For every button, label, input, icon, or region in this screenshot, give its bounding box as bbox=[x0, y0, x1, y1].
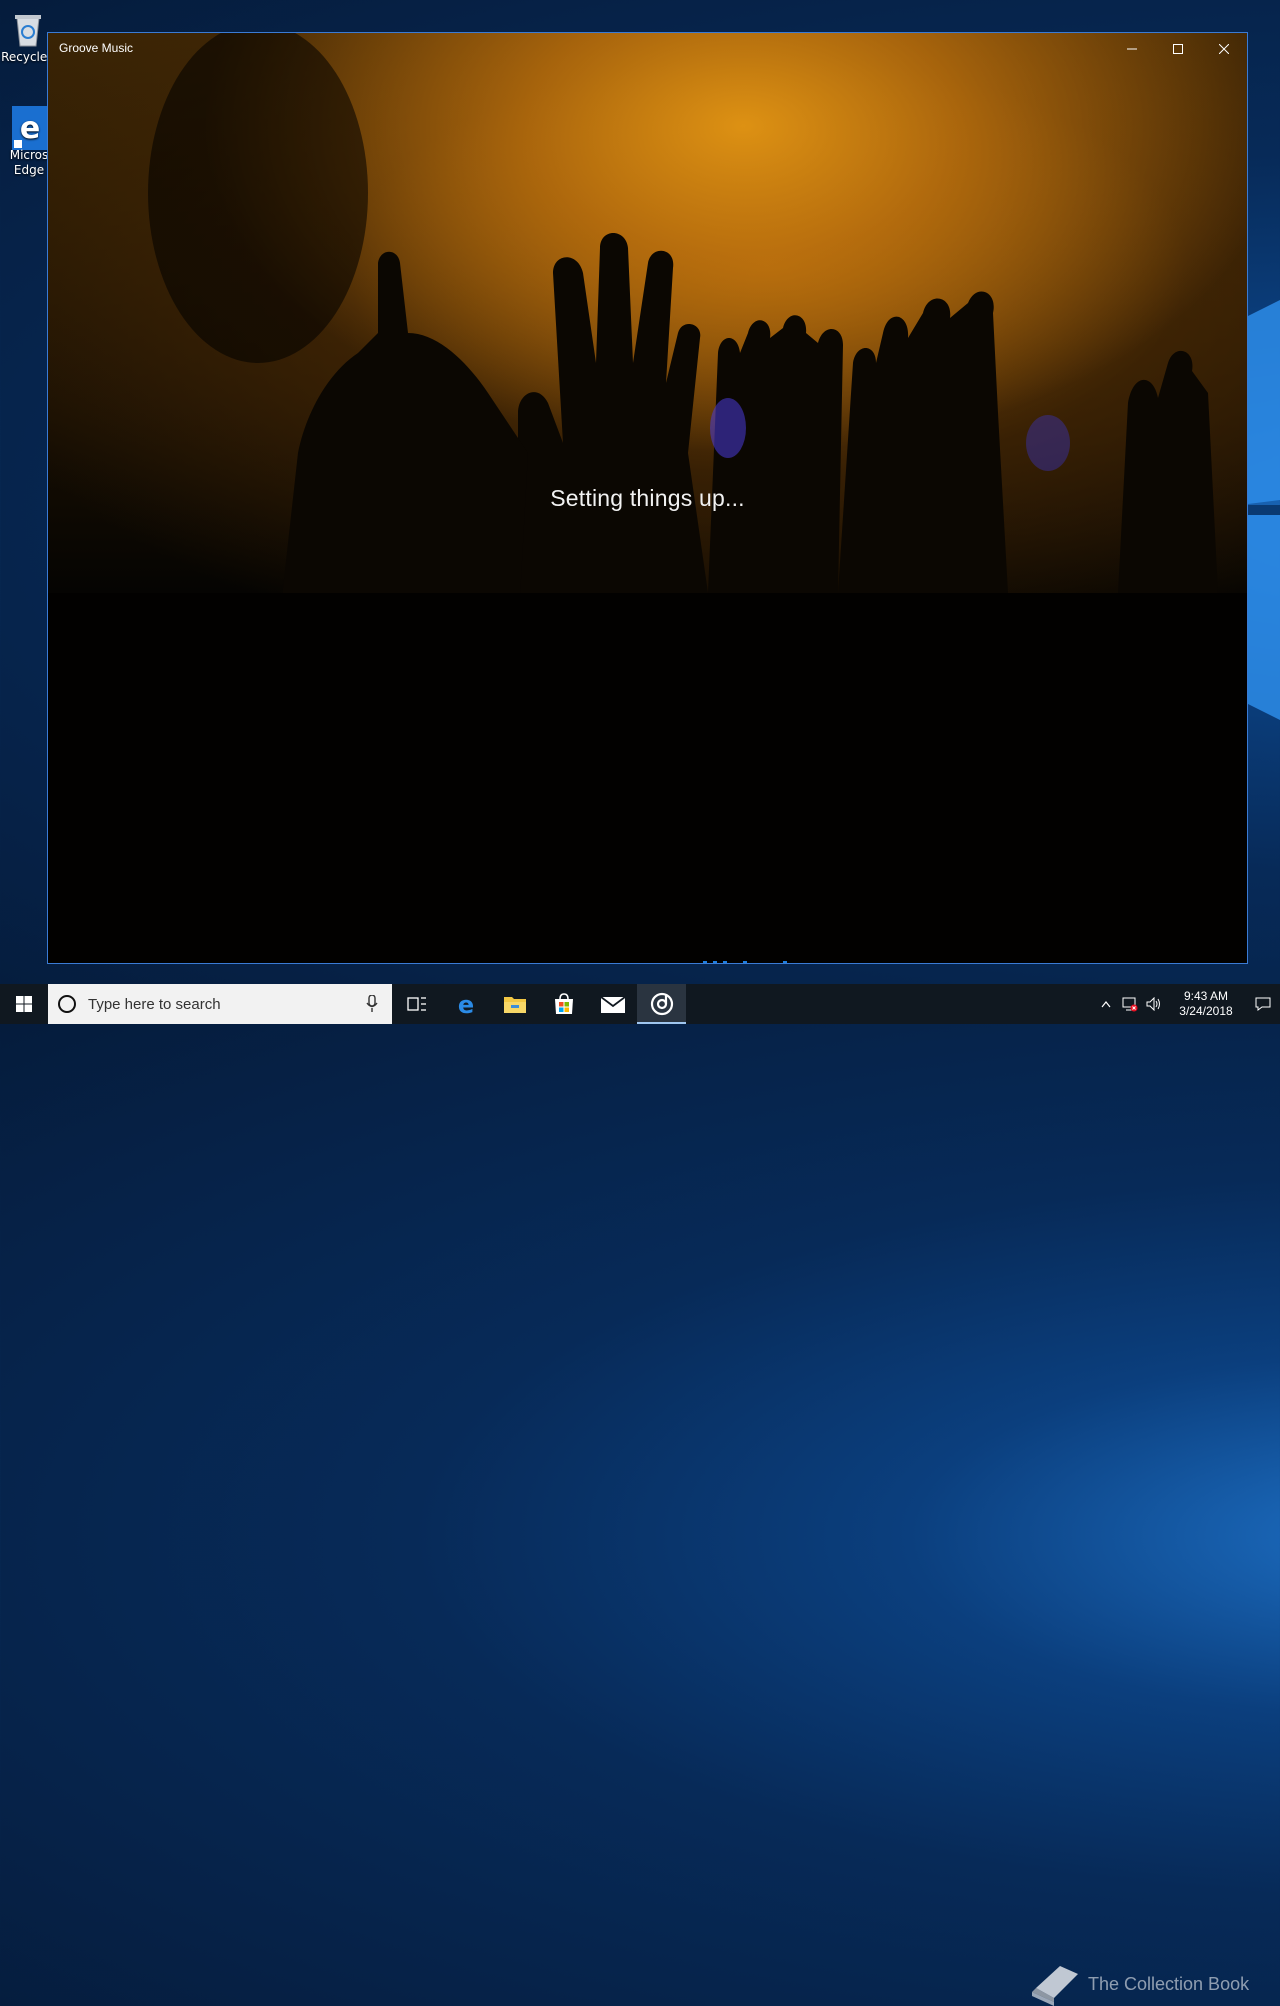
speaker-icon bbox=[1146, 997, 1160, 1011]
groove-music-icon bbox=[650, 992, 673, 1016]
microphone-icon[interactable] bbox=[366, 995, 378, 1013]
title-bar[interactable]: Groove Music bbox=[48, 33, 1247, 65]
clock-time: 9:43 AM bbox=[1183, 989, 1229, 1003]
volume-button[interactable] bbox=[1142, 984, 1166, 1024]
notification-icon bbox=[1255, 997, 1271, 1011]
watermark: The Collection Book bbox=[1030, 1962, 1249, 2006]
minimize-button[interactable] bbox=[1109, 33, 1155, 65]
window-title: Groove Music bbox=[59, 41, 134, 55]
task-view-button[interactable] bbox=[392, 984, 441, 1024]
edge-icon: e bbox=[457, 992, 473, 1016]
task-view-icon bbox=[406, 997, 426, 1011]
svg-text:e: e bbox=[20, 111, 40, 146]
taskbar-store-button[interactable] bbox=[539, 984, 588, 1024]
progress-dot bbox=[703, 961, 707, 963]
close-button[interactable] bbox=[1201, 33, 1247, 65]
taskbar-file-explorer-button[interactable] bbox=[490, 984, 539, 1024]
taskbar-mail-button[interactable] bbox=[588, 984, 637, 1024]
book-logo-icon bbox=[1032, 1966, 1078, 2006]
edge-icon: e bbox=[8, 106, 48, 150]
progress-dot bbox=[713, 961, 717, 963]
action-center-button[interactable] bbox=[1246, 984, 1280, 1024]
desktop-icon-label: Micros Edge bbox=[9, 148, 49, 177]
progress-dot bbox=[743, 961, 747, 963]
desktop-icon-edge[interactable]: e Micros Edge bbox=[6, 106, 50, 178]
loading-progress-dots bbox=[703, 961, 787, 963]
network-status-button[interactable] bbox=[1118, 984, 1142, 1024]
chevron-up-icon bbox=[1101, 1001, 1111, 1008]
setup-status-text: Setting things up... bbox=[550, 485, 745, 511]
start-button[interactable] bbox=[0, 984, 48, 1024]
show-hidden-icons-button[interactable] bbox=[1094, 984, 1118, 1024]
file-explorer-icon bbox=[503, 997, 526, 1013]
taskbar-clock[interactable]: 9:43 AM 3/24/2018 bbox=[1166, 989, 1246, 1019]
maximize-icon bbox=[1173, 44, 1183, 54]
taskbar-groove-music-button[interactable] bbox=[637, 984, 686, 1024]
clock-date: 3/24/2018 bbox=[1179, 1004, 1233, 1018]
progress-dot bbox=[723, 961, 727, 963]
network-disconnected-icon bbox=[1122, 997, 1138, 1012]
recycle-bin-icon bbox=[8, 8, 48, 48]
windows-start-icon bbox=[16, 996, 32, 1012]
taskbar-search-box[interactable]: Type here to search bbox=[48, 984, 392, 1024]
taskbar: Type here to search e The Collection Boo… bbox=[0, 984, 1280, 2006]
mail-icon bbox=[600, 996, 625, 1013]
groove-music-window: Groove Music Setting things up... bbox=[47, 32, 1248, 964]
search-placeholder: Type here to search bbox=[88, 995, 221, 1013]
taskbar-edge-button[interactable]: e bbox=[441, 984, 490, 1024]
system-tray: 9:43 AM 3/24/2018 bbox=[1094, 984, 1280, 1024]
svg-text:e: e bbox=[457, 992, 473, 1016]
cortana-icon bbox=[58, 995, 76, 1013]
caption-buttons bbox=[1109, 33, 1247, 65]
progress-dot bbox=[783, 961, 787, 963]
store-icon bbox=[554, 993, 573, 1014]
minimize-icon bbox=[1127, 48, 1137, 50]
close-icon bbox=[1219, 44, 1229, 54]
watermark-text: The Collection Book bbox=[1088, 1973, 1250, 1994]
maximize-button[interactable] bbox=[1155, 33, 1201, 65]
